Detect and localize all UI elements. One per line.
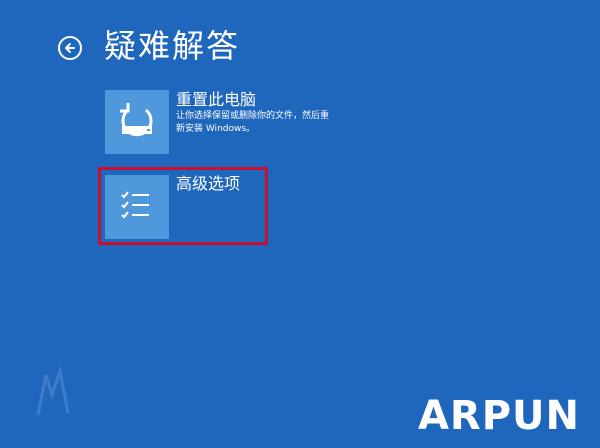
watermark: ARPUN (417, 393, 580, 439)
reset-pc-icon (120, 103, 153, 137)
arrow-left-icon (65, 43, 75, 53)
back-button[interactable] (58, 36, 82, 60)
reset-pc-title: 重置此电脑 (176, 90, 257, 109)
reset-pc-tile[interactable] (105, 90, 169, 154)
page-title: 疑难解答 (104, 27, 241, 65)
reset-pc-description: 让你选择保留或删除你的文件，然后重新安装 Windows。 (176, 111, 330, 134)
highlight-box (98, 167, 268, 245)
watermark-logo-icon (36, 365, 70, 416)
